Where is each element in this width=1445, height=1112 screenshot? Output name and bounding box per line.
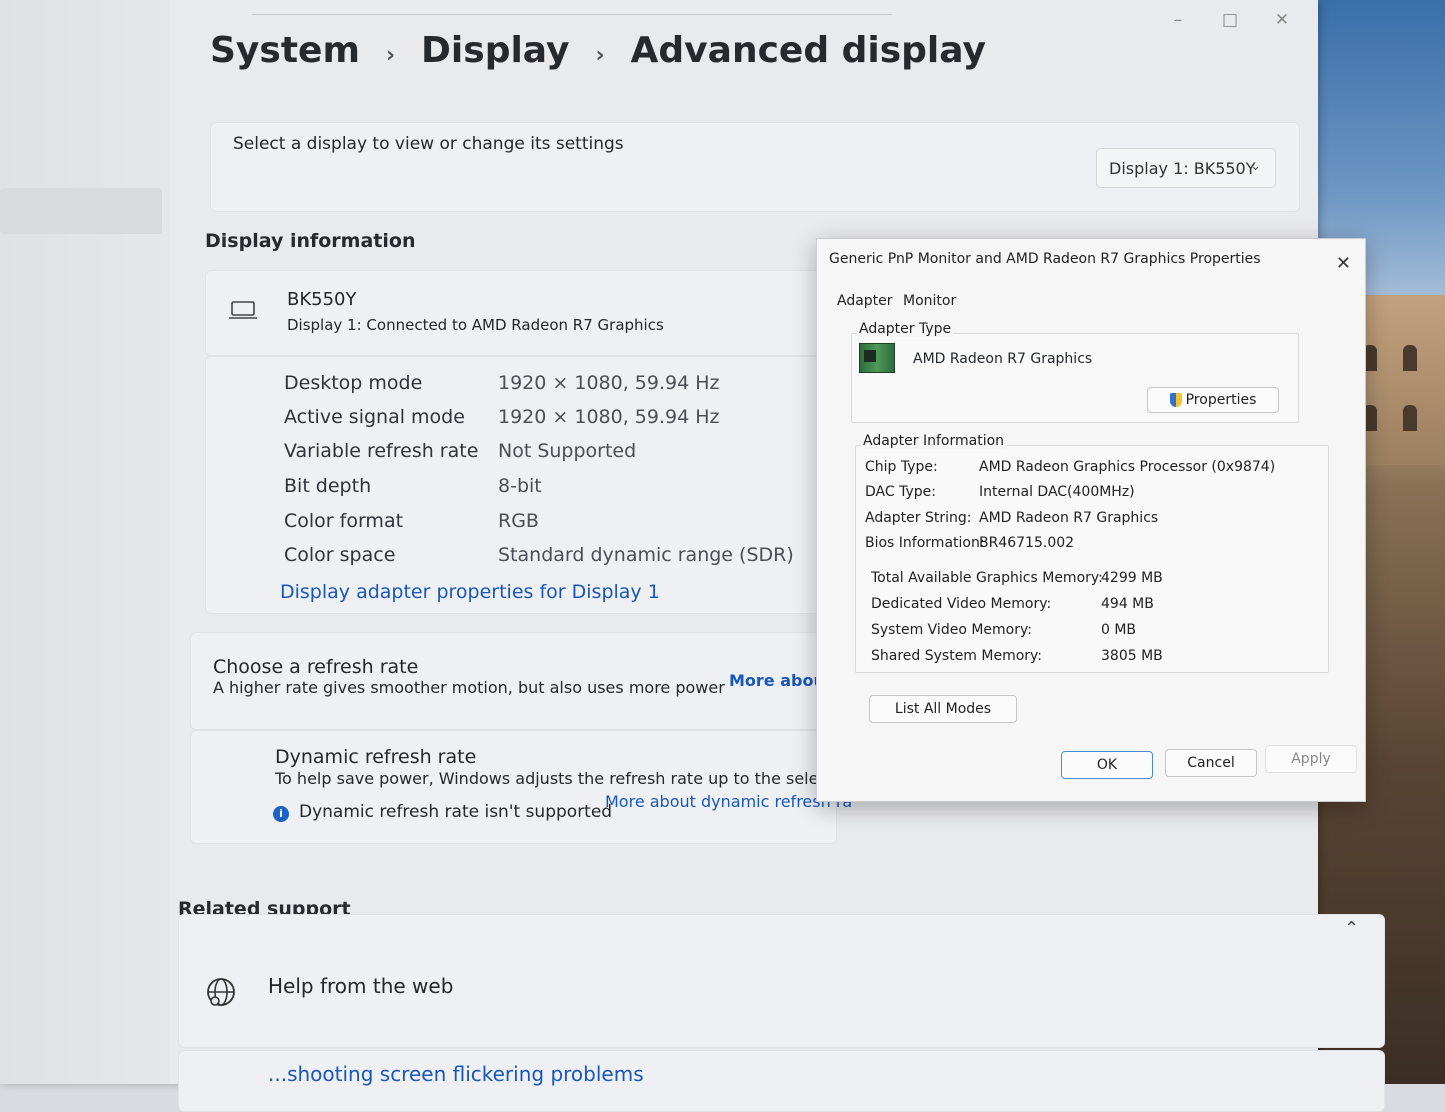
info-value: 1920 × 1080, 59.94 Hz — [498, 406, 720, 428]
info-value: AMD Radeon R7 Graphics — [979, 510, 1159, 526]
display-dropdown-value: Display 1: BK550Y — [1109, 158, 1256, 178]
info-value: 4299 MB — [1101, 570, 1163, 586]
shared-memory-row: Shared System Memory: 3805 MB — [871, 648, 1163, 664]
monitor-card — [205, 270, 837, 356]
info-key: Bit depth — [284, 475, 372, 497]
info-key: Color format — [284, 510, 404, 532]
info-key: Desktop mode — [284, 372, 423, 394]
close-icon[interactable]: ✕ — [1336, 253, 1351, 274]
chip-type-row: Chip Type: AMD Radeon Graphics Processor… — [865, 459, 1275, 475]
monitor-name: BK550Y — [287, 289, 357, 310]
breadcrumb-display[interactable]: Display — [421, 30, 569, 71]
info-row-vrr: Variable refresh rate Not Supported — [284, 440, 636, 462]
chevron-down-icon: ⌄ — [1250, 159, 1261, 174]
list-all-modes-button[interactable]: List All Modes — [869, 695, 1017, 723]
monitor-status: Display 1: Connected to AMD Radeon R7 Gr… — [287, 316, 664, 334]
system-memory-row: System Video Memory: 0 MB — [871, 622, 1136, 638]
title-bar-divider — [252, 14, 892, 15]
maximize-icon[interactable]: □ — [1220, 10, 1240, 30]
adapter-name: AMD Radeon R7 Graphics — [913, 351, 1093, 367]
properties-button[interactable]: Properties — [1147, 387, 1279, 413]
dynamic-refresh-title: Dynamic refresh rate — [275, 746, 477, 768]
bios-information-row: Bios Information: BR46715.002 — [865, 535, 1074, 551]
flicker-link[interactable]: ...shooting screen flickering problems — [268, 1062, 644, 1086]
refresh-rate-title: Choose a refresh rate — [213, 656, 419, 678]
refresh-rate-description: A higher rate gives smoother motion, but… — [213, 678, 725, 697]
dynamic-refresh-notice: Dynamic refresh rate isn't supported — [299, 802, 613, 822]
cancel-button[interactable]: Cancel — [1165, 749, 1257, 777]
close-icon[interactable]: ✕ — [1272, 10, 1292, 30]
breadcrumb: System › Display › Advanced display — [210, 30, 986, 71]
help-from-web-label[interactable]: Help from the web — [268, 974, 453, 998]
chevron-up-icon[interactable]: ⌃ — [1344, 918, 1359, 939]
info-key: Bios Information: — [865, 535, 985, 551]
info-value: 8-bit — [498, 475, 542, 497]
info-key: Dedicated Video Memory: — [871, 596, 1052, 612]
adapter-properties-dialog: Generic PnP Monitor and AMD Radeon R7 Gr… — [816, 238, 1366, 802]
display-dropdown[interactable]: Display 1: BK550Y ⌄ — [1096, 148, 1276, 188]
properties-button-label: Properties — [1185, 392, 1257, 408]
info-key: Shared System Memory: — [871, 648, 1043, 664]
dedicated-memory-row: Dedicated Video Memory: 494 MB — [871, 596, 1154, 612]
display-information-heading: Display information — [205, 230, 416, 252]
chevron-right-icon: › — [595, 43, 605, 68]
info-value: 3805 MB — [1101, 648, 1163, 664]
monitor-icon — [229, 301, 257, 319]
window-controls: – □ ✕ — [1168, 10, 1292, 30]
info-row-active-signal: Active signal mode 1920 × 1080, 59.94 Hz — [284, 406, 719, 428]
total-memory-row: Total Available Graphics Memory: 4299 MB — [871, 570, 1163, 586]
info-value: Internal DAC(400MHz) — [979, 484, 1135, 500]
breadcrumb-system[interactable]: System — [210, 30, 360, 71]
info-key: Color space — [284, 544, 396, 566]
chevron-right-icon: › — [385, 43, 396, 68]
info-value: Standard dynamic range (SDR) — [498, 544, 794, 566]
info-row-color-format: Color format RGB — [284, 510, 539, 532]
display-adapter-properties-link[interactable]: Display adapter properties for Display 1 — [280, 581, 660, 603]
info-icon: i — [273, 806, 289, 822]
info-row-bit-depth: Bit depth 8-bit — [284, 475, 542, 497]
graphics-card-icon — [859, 343, 895, 373]
info-row-color-space: Color space Standard dynamic range (SDR) — [284, 544, 794, 566]
building-window — [1403, 405, 1417, 431]
adapter-string-row: Adapter String: AMD Radeon R7 Graphics — [865, 510, 1158, 526]
adapter-type-label: Adapter Type — [857, 321, 954, 337]
info-value: Not Supported — [498, 440, 637, 462]
info-value: AMD Radeon Graphics Processor (0x9874) — [979, 459, 1276, 475]
select-display-label: Select a display to view or change its s… — [233, 134, 624, 154]
info-key: DAC Type: — [865, 484, 936, 500]
info-key: Total Available Graphics Memory: — [871, 570, 1103, 586]
adapter-information-label: Adapter Information — [861, 433, 1007, 449]
adapter-information-group — [855, 445, 1329, 673]
ok-button[interactable]: OK — [1061, 751, 1153, 779]
info-value: RGB — [498, 510, 539, 532]
dialog-title: Generic PnP Monitor and AMD Radeon R7 Gr… — [829, 251, 1261, 267]
info-key: System Video Memory: — [871, 622, 1032, 638]
info-key: Active signal mode — [284, 406, 465, 428]
info-value: 1920 × 1080, 59.94 Hz — [498, 372, 720, 394]
sidebar-selected-item[interactable] — [0, 188, 162, 234]
apply-button[interactable]: Apply — [1265, 745, 1357, 773]
tab-monitor[interactable]: Monitor — [903, 293, 956, 309]
globe-icon — [207, 978, 235, 1006]
page-title: Advanced display — [630, 30, 986, 71]
dac-type-row: DAC Type: Internal DAC(400MHz) — [865, 484, 1135, 500]
settings-sidebar — [0, 0, 170, 1084]
info-row-desktop-mode: Desktop mode 1920 × 1080, 59.94 Hz — [284, 372, 719, 394]
info-value: 494 MB — [1101, 596, 1154, 612]
info-value: 0 MB — [1101, 622, 1137, 638]
dynamic-refresh-description: To help save power, Windows adjusts the … — [275, 769, 854, 788]
shield-icon — [1169, 393, 1182, 407]
info-key: Variable refresh rate — [284, 440, 479, 462]
building-window — [1403, 345, 1417, 371]
info-key: Adapter String: — [865, 510, 972, 526]
tab-adapter[interactable]: Adapter — [837, 293, 893, 309]
info-key: Chip Type: — [865, 459, 938, 475]
info-value: BR46715.002 — [979, 535, 1075, 551]
minimize-icon[interactable]: – — [1168, 10, 1188, 30]
